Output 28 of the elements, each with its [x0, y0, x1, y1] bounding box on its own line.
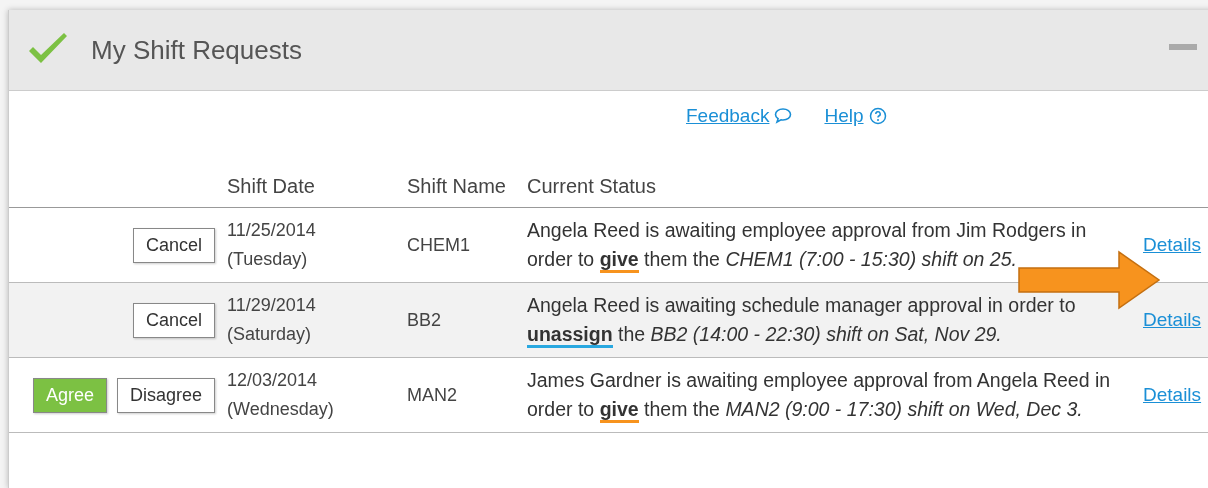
weekday: (Wednesday) [227, 398, 335, 421]
weekday: (Tuesday) [227, 248, 309, 271]
shift-date: 11/29/2014 [227, 294, 317, 317]
status-text: Angela Reed is awaiting schedule manager approval in order to unassign the BB2 (14:00 - 22:30) shift on Sat, Nov 29. [527, 291, 1131, 349]
action-button[interactable]: Disagree [116, 377, 215, 413]
minimize-button[interactable] [1169, 44, 1197, 50]
shift-name: CHEM1 [407, 234, 470, 255]
panel-title: My Shift Requests [91, 34, 302, 66]
action-button[interactable]: Agree [32, 377, 107, 413]
speech-bubble-icon [774, 108, 793, 124]
column-header: Shift Name [407, 175, 506, 197]
status-text: Angela Reed is awaiting employee approval from Jim Rodgers in order to give them the CHEM1 (7:00 - 15:30) shift on 25. [527, 216, 1131, 274]
weekday: (Saturday) [227, 323, 313, 346]
shift-name: BB2 [407, 309, 442, 330]
help-link[interactable]: Feedback [686, 101, 793, 131]
status-text: James Gardner is awaiting employee approval from Angela Reed in order to give them the MAN2 (9:00 - 17:30) shift on Wed, Dec 3. [527, 366, 1131, 424]
action-button[interactable]: Cancel [132, 302, 215, 338]
column-header: Current Status [527, 175, 656, 197]
shift-name: MAN2 [407, 384, 457, 405]
details-link[interactable]: Details [1143, 309, 1202, 330]
column-header: Shift Date [227, 175, 315, 197]
details-link[interactable]: Details [1143, 234, 1202, 255]
help-icon [868, 107, 887, 125]
action-button[interactable]: Cancel [132, 227, 215, 263]
details-link[interactable]: Details [1143, 384, 1202, 405]
shift-date: 11/25/2014 [227, 219, 317, 242]
shift-date: 12/03/2014 [227, 369, 319, 392]
help-link[interactable]: Help [824, 101, 887, 131]
